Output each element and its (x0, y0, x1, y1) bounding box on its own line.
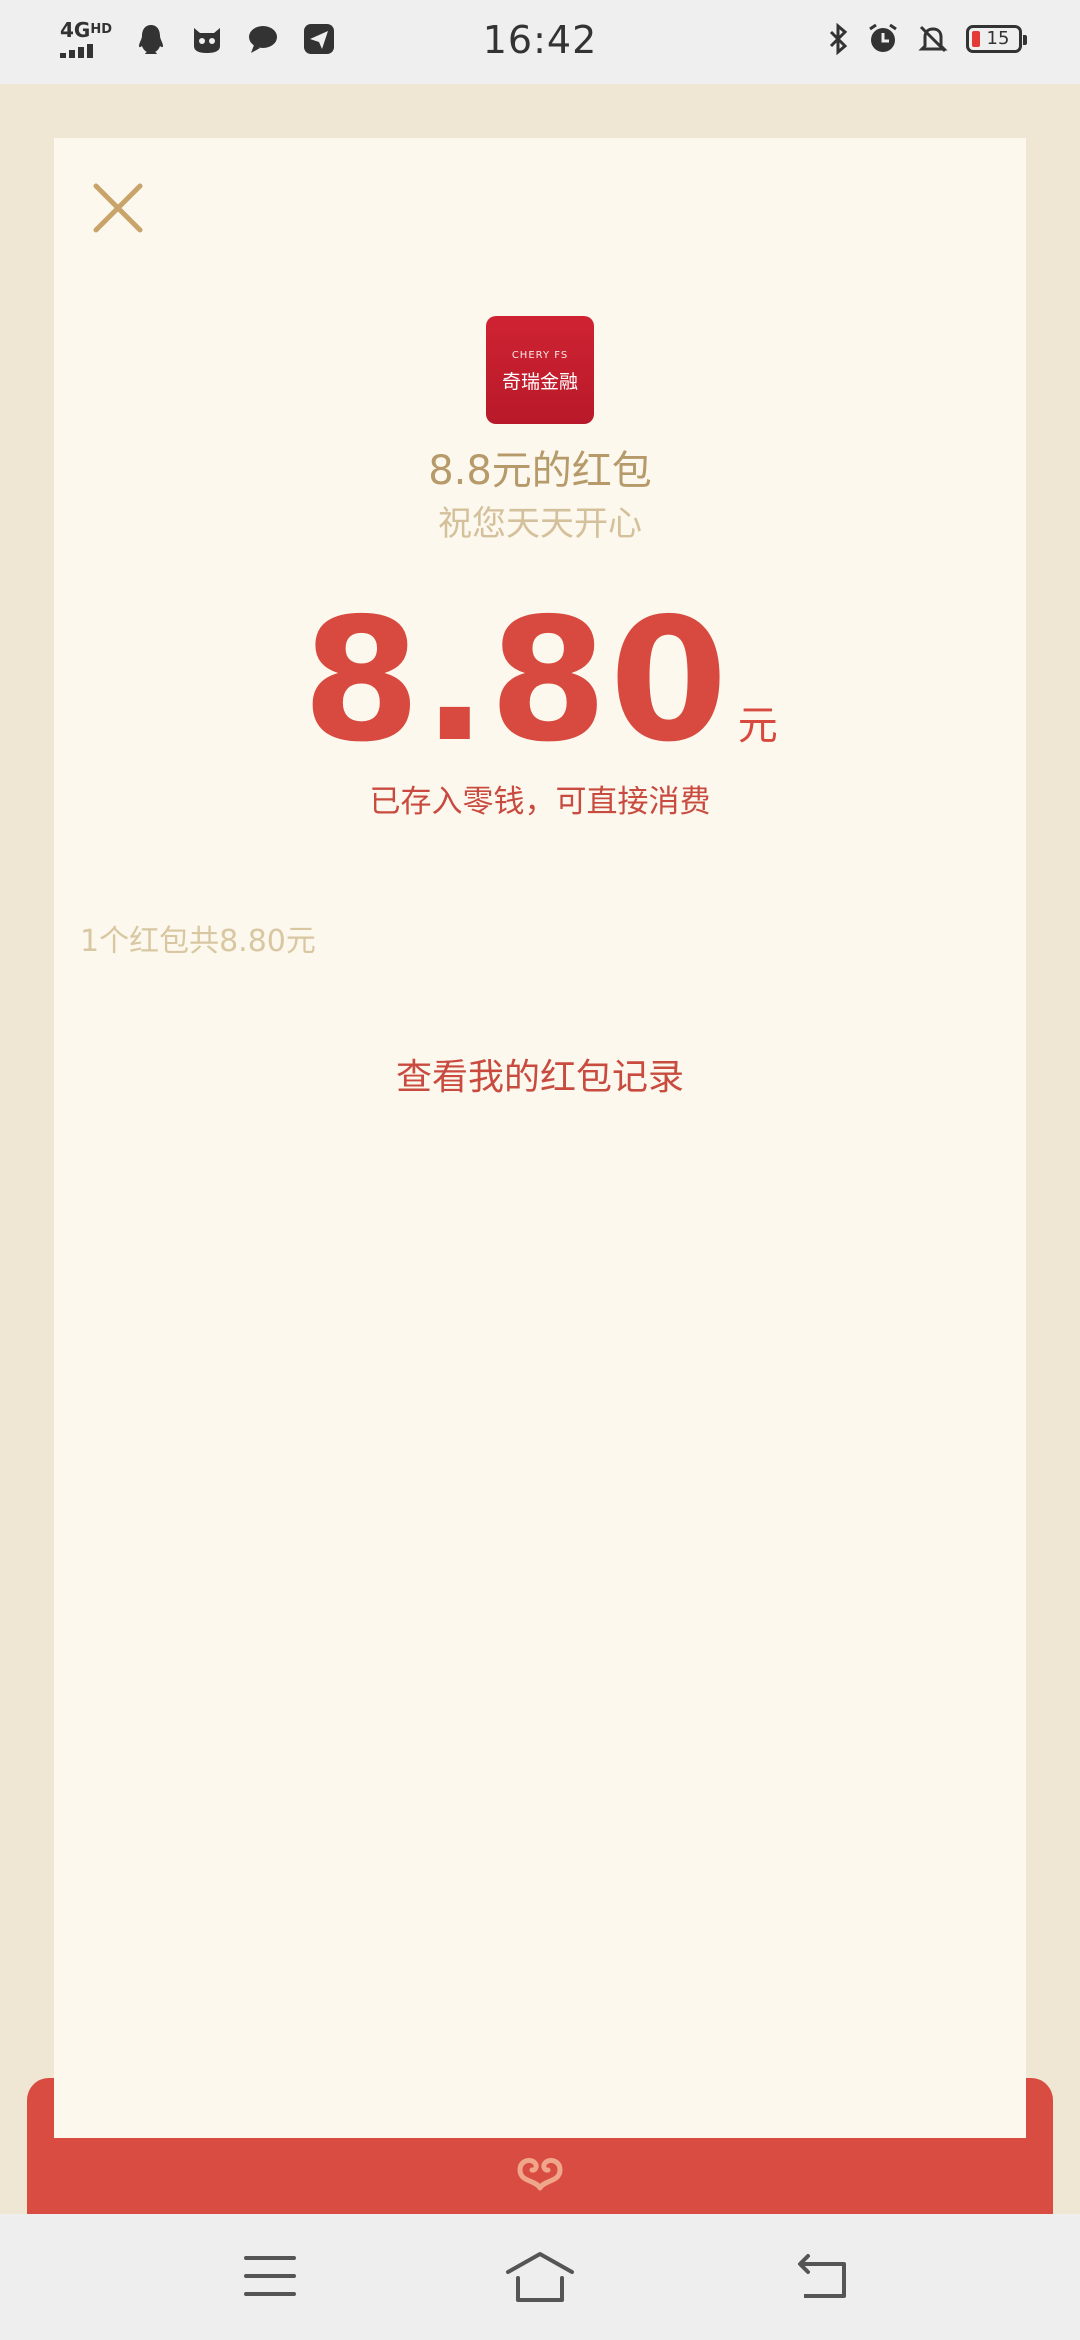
amount-unit: 元 (737, 703, 778, 749)
battery-icon: 15 (966, 25, 1027, 53)
close-icon[interactable] (88, 178, 148, 238)
alarm-icon (869, 23, 897, 52)
mute-icon (918, 25, 948, 53)
status-right: 15 (826, 22, 1027, 56)
amount-display: 8.80 元 (54, 596, 1026, 766)
stored-note: 已存入零钱，可直接消费 (369, 784, 711, 820)
logo-text-cn: 奇瑞金融 (501, 371, 578, 393)
card-zigzag-edge (54, 2112, 1026, 2132)
envelope-seal-icon (517, 2157, 563, 2191)
view-records-link[interactable]: 查看我的红包记录 (54, 1048, 1026, 1100)
navigation-bar (0, 2214, 1080, 2340)
logo-text-en: CHERY FS (511, 350, 569, 361)
packet-title: 8.8元的红包 (428, 448, 652, 494)
battery-level: 15 (986, 28, 1010, 49)
sender-logo: CHERY FS 奇瑞金融 (486, 316, 594, 424)
back-icon[interactable] (782, 2244, 862, 2308)
menu-icon[interactable] (230, 2244, 310, 2308)
packet-wish: 祝您天天开心 (438, 504, 642, 544)
home-icon[interactable] (500, 2244, 580, 2308)
status-bar: 4GHD 16:42 15 (0, 0, 1080, 84)
bluetooth-icon (829, 22, 848, 56)
red-packet-card: CHERY FS 奇瑞金融 8.8元的红包 祝您天天开心 8.80 元 已存入零钱… (54, 138, 1026, 2138)
packet-summary: 1个红包共8.80元 (80, 924, 316, 959)
amount-value: 8.80 (302, 582, 730, 780)
